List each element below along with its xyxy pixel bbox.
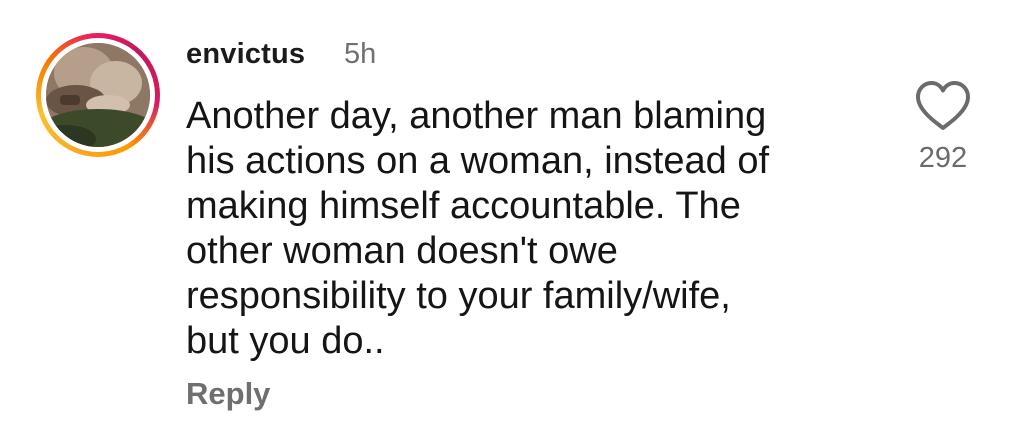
avatar-story-ring[interactable] <box>36 33 160 157</box>
heart-outline-icon <box>916 81 970 130</box>
avatar-photo <box>46 43 150 147</box>
username[interactable]: envictus <box>186 38 305 71</box>
like-button[interactable] <box>912 78 974 134</box>
comment-item: envictus 5h Another day, another man bla… <box>0 0 1024 438</box>
reply-button[interactable]: Reply <box>186 376 270 412</box>
comment-text: Another day, another man blaming his act… <box>186 95 770 362</box>
avatar[interactable] <box>46 43 150 147</box>
like-count: 292 <box>918 142 968 174</box>
timestamp: 5h <box>344 38 377 70</box>
